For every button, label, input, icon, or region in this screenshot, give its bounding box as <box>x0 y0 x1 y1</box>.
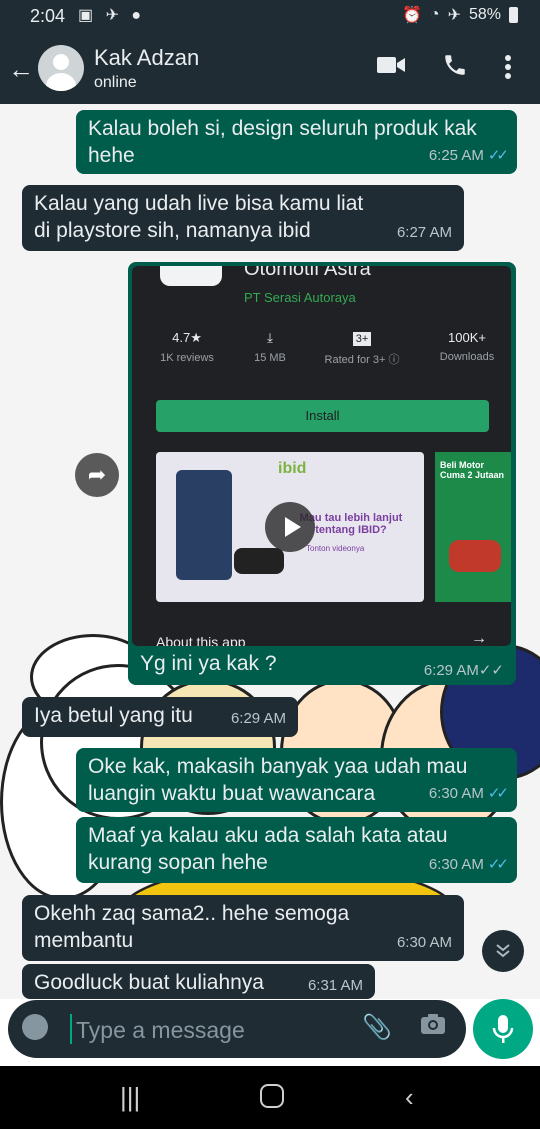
mic-icon <box>492 1015 514 1043</box>
more-options-icon[interactable] <box>504 54 512 87</box>
message-meta: 6:31 AM <box>308 972 363 999</box>
content-rating-icon: 3+ <box>352 332 372 346</box>
message-composer: 📎 <box>8 1000 466 1058</box>
message-outgoing[interactable]: Oke kak, makasih banyak yaa udah mau lua… <box>76 748 517 812</box>
message-text: Kalau boleh si, design seluruh produk ka… <box>88 117 477 167</box>
about-app-label[interactable]: About this app <box>156 634 246 646</box>
airplane-icon: ✈ <box>447 7 461 24</box>
message-text: Goodluck buat kuliahnya <box>34 971 264 994</box>
message-text: Maaf ya kalau aku ada salah kata atau ku… <box>88 824 448 874</box>
alarm-icon: ⏰ <box>401 7 422 24</box>
promo-text: Beli Motor Cuma 2 Jutaan <box>440 460 505 480</box>
read-ticks-icon: ✓✓ <box>487 785 509 802</box>
voice-call-icon[interactable] <box>442 52 468 85</box>
back-icon[interactable]: ‹ <box>405 1082 414 1113</box>
app-logo <box>160 266 222 286</box>
message-time: 6:29 AM <box>423 662 479 679</box>
reviews-count: 1K reviews <box>160 352 214 364</box>
read-ticks-icon: ✓✓ <box>487 147 509 164</box>
mic-button[interactable] <box>473 999 533 1059</box>
status-bar: 2:04 ▣ ✈ ● ⏰ ◔ ✈ 58% <box>0 0 540 32</box>
read-ticks-icon: ✓✓ <box>487 856 509 873</box>
content-rating: Rated for 3+ ⓘ <box>324 354 400 366</box>
downloads-label: Downloads <box>439 351 495 363</box>
notification-icons: ▣ ✈ ● <box>78 7 146 24</box>
playstore-screenshot[interactable]: Otomotif Astra PT Serasi Autoraya 4.7★ 1K… <box>132 266 511 646</box>
download-size-icon: ⤓ <box>267 330 273 345</box>
install-button[interactable]: Install <box>156 400 489 432</box>
app-title: Otomotif Astra <box>244 266 371 280</box>
rating-value: 4.7★ <box>172 330 202 345</box>
video-brand: ibid <box>278 460 307 477</box>
message-text: Okehh zaq sama2.. hehe semoga membantu <box>34 902 350 952</box>
message-meta: 6:27 AM <box>397 219 452 246</box>
message-outgoing[interactable]: Maaf ya kalau aku ada salah kata atau ku… <box>76 817 517 883</box>
message-meta: 6:25 AM ✓✓ <box>428 142 509 169</box>
avatar[interactable] <box>38 45 84 91</box>
emoji-icon[interactable] <box>22 1014 48 1040</box>
message-incoming[interactable]: Goodluck buat kuliahnya 6:31 AM <box>22 964 375 999</box>
recent-apps-icon[interactable]: ||| <box>120 1082 140 1113</box>
chat-header: ← Kak Adzan online <box>0 32 540 104</box>
message-meta: 6:30 AM <box>397 929 452 956</box>
system-nav-bar: ||| ‹ <box>0 1066 540 1129</box>
forward-icon[interactable]: ➦ <box>75 453 119 497</box>
scroll-down-icon[interactable] <box>482 930 524 972</box>
status-right: ⏰ ◔ ✈ 58% <box>402 5 518 25</box>
image-message[interactable]: Otomotif Astra PT Serasi Autoraya 4.7★ 1K… <box>128 262 516 685</box>
promo-video-thumbnail[interactable]: ibid Mau tau lebih lanjut tentang IBID? … <box>156 452 424 602</box>
video-call-icon[interactable] <box>376 52 406 83</box>
message-input[interactable] <box>74 1010 358 1050</box>
message-meta: 6:29 AM✓✓ <box>424 661 504 679</box>
read-ticks-icon: ✓✓ <box>478 662 504 679</box>
back-arrow-icon[interactable]: ← <box>8 54 34 85</box>
play-icon[interactable] <box>265 502 315 552</box>
message-incoming[interactable]: Okehh zaq sama2.. hehe semoga membantu 6… <box>22 895 464 961</box>
message-text: Oke kak, makasih banyak yaa udah mau lua… <box>88 755 468 805</box>
message-text: Iya betul yang itu <box>34 704 193 727</box>
message-outgoing[interactable]: Kalau boleh si, design seluruh produk ka… <box>76 110 517 174</box>
message-time: 6:30 AM <box>396 934 452 951</box>
phone-illustration <box>176 470 232 580</box>
camera-icon[interactable] <box>420 1013 446 1042</box>
message-meta: 6:29 AM <box>231 705 286 732</box>
text-caret <box>70 1014 72 1044</box>
image-caption: Yg ini ya kak ? <box>140 652 277 675</box>
message-meta: 6:30 AM ✓✓ <box>428 780 509 807</box>
message-time: 6:29 AM <box>230 710 286 727</box>
message-time: 6:30 AM <box>428 856 484 873</box>
home-icon[interactable] <box>260 1084 284 1108</box>
arrow-right-icon[interactable]: → <box>471 630 487 646</box>
app-size: 15 MB <box>254 352 286 364</box>
app-stats: 4.7★ 1K reviews ⤓ 15 MB 3+ Rated for 3+ ⓘ 1… <box>132 330 511 370</box>
wifi-icon: ◔ <box>429 6 440 23</box>
battery-percent: 58% <box>468 6 501 23</box>
promo-screenshot: Beli Motor Cuma 2 Jutaan <box>435 452 511 602</box>
battery-icon <box>509 7 518 23</box>
downloads-count: 100K+ <box>448 330 486 345</box>
message-time: 6:31 AM <box>307 977 363 994</box>
status-time: 2:04 <box>30 6 66 26</box>
motorcycle-illustration <box>449 540 501 572</box>
attach-icon[interactable]: 📎 <box>362 1013 392 1042</box>
message-time: 6:25 AM <box>428 147 484 164</box>
contact-name[interactable]: Kak Adzan <box>94 45 199 71</box>
message-incoming[interactable]: Iya betul yang itu 6:29 AM <box>22 697 298 737</box>
message-incoming[interactable]: Kalau yang udah live bisa kamu liat di p… <box>22 185 464 251</box>
message-time: 6:30 AM <box>428 785 484 802</box>
message-time: 6:27 AM <box>396 224 452 241</box>
app-developer: PT Serasi Autoraya <box>244 290 356 305</box>
contact-status: online <box>94 74 137 91</box>
message-text: Kalau yang udah live bisa kamu liat di p… <box>34 192 364 242</box>
message-meta: 6:30 AM ✓✓ <box>428 851 509 878</box>
